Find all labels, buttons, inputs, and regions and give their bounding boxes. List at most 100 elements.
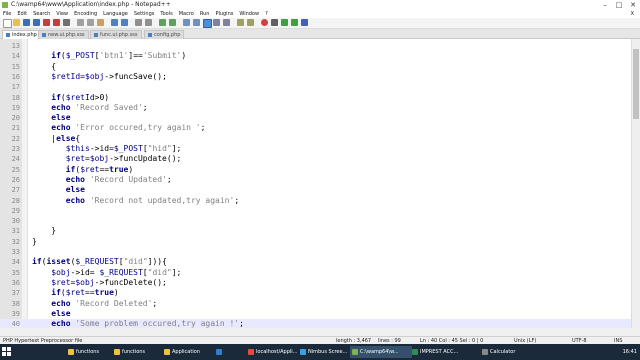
document-map-icon[interactable]	[237, 19, 244, 26]
open-folder-icon[interactable]	[13, 19, 20, 26]
code-line[interactable]: 34 if(isset($_REQUEST["did"])){	[0, 257, 640, 267]
code-text: |else{	[32, 134, 80, 144]
tab-label: index.php	[12, 32, 37, 38]
record-macro-icon[interactable]	[261, 19, 268, 26]
sync-vertical-icon[interactable]	[183, 19, 190, 26]
paste-icon[interactable]	[97, 19, 104, 26]
code-line[interactable]: 27 else	[0, 185, 640, 195]
taskbar-item-imprest[interactable]: IMPREST ACC...	[410, 346, 478, 358]
show-all-characters-icon[interactable]	[213, 19, 220, 26]
taskbar-item-app[interactable]	[214, 346, 238, 358]
undo-icon[interactable]	[111, 19, 118, 26]
clock[interactable]: 16:41	[623, 346, 637, 358]
code-line[interactable]: 21 echo 'Error occured,try again ';	[0, 123, 640, 133]
save-macro-icon[interactable]	[301, 19, 308, 26]
code-line[interactable]: 29	[0, 206, 640, 216]
code-line[interactable]: 28 echo 'Record not updated,try again';	[0, 196, 640, 206]
save-icon[interactable]	[23, 19, 30, 26]
taskbar-item-functions-1[interactable]: functions	[66, 346, 116, 358]
browser-icon	[248, 349, 254, 355]
code-line[interactable]: 38 echo 'Record Deleted';	[0, 299, 640, 309]
windows-start-icon[interactable]	[2, 347, 12, 357]
code-line[interactable]: 39 else	[0, 309, 640, 319]
code-line[interactable]: 24 $ret=$obj->funcUpdate();	[0, 154, 640, 164]
code-line[interactable]: 16 $retId=$obj->funcSave();	[0, 72, 640, 82]
taskbar-item-functions-2[interactable]: functions	[112, 346, 166, 358]
code-line[interactable]: 26 echo 'Record Updated';	[0, 175, 640, 185]
menu-file[interactable]: File	[0, 10, 14, 18]
menu-tools[interactable]: Tools	[157, 10, 175, 18]
code-line[interactable]: 18 if($retId>0)	[0, 93, 640, 103]
maximize-button[interactable]: □	[612, 0, 626, 10]
cut-icon[interactable]	[77, 19, 84, 26]
menu-search[interactable]: Search	[30, 10, 53, 18]
menu-window[interactable]: Window	[236, 10, 262, 18]
redo-icon[interactable]	[121, 19, 128, 26]
code-line[interactable]: 31 }	[0, 226, 640, 236]
code-token: ;	[142, 102, 148, 112]
taskbar-item-notepadpp[interactable]: C:\wamp64\w...	[350, 346, 412, 358]
sync-horizontal-icon[interactable]	[193, 19, 200, 26]
menu-edit[interactable]: Edit	[14, 10, 30, 18]
taskbar-item-browser[interactable]: localhost/Appli...	[246, 346, 302, 358]
word-wrap-icon[interactable]	[203, 19, 212, 28]
function-list-icon[interactable]	[247, 19, 254, 26]
tab-config-php[interactable]: config.php	[144, 30, 185, 39]
menu-macro[interactable]: Macro	[176, 10, 197, 18]
indent-guide-icon[interactable]	[223, 19, 230, 26]
menu-language[interactable]: Language	[100, 10, 131, 18]
menu-run[interactable]: Run	[197, 10, 213, 18]
copy-icon[interactable]	[87, 19, 94, 26]
code-line[interactable]: 33	[0, 247, 640, 257]
menu-help[interactable]: ?	[262, 10, 271, 18]
code-token: true	[94, 288, 114, 298]
code-line[interactable]: 37 if($ret==true)	[0, 288, 640, 298]
menu-view[interactable]: View	[53, 10, 71, 18]
stop-macro-icon[interactable]	[271, 19, 278, 26]
code-line[interactable]: 25 if($ret==true)	[0, 165, 640, 175]
code-line[interactable]: 22 |else{	[0, 134, 640, 144]
code-editor[interactable]: 13 14 if($_POST['btn1']=='Submit') 15 {16 …	[0, 39, 640, 328]
vertical-scrollbar[interactable]	[631, 39, 640, 328]
taskbar-item-calculator[interactable]: Calculator	[480, 346, 530, 358]
code-line[interactable]: 13	[0, 41, 640, 51]
minimize-button[interactable]: –	[598, 0, 612, 10]
replace-icon[interactable]	[145, 19, 152, 26]
menu-settings[interactable]: Settings	[131, 10, 158, 18]
current-code-line[interactable]: 40 echo 'Some problem occured,try again …	[0, 319, 640, 328]
code-line[interactable]: 14 if($_POST['btn1']=='Submit')	[0, 51, 640, 61]
line-number: 22	[11, 134, 20, 143]
code-line[interactable]: 30	[0, 216, 640, 226]
code-line[interactable]: 36 $ret=$obj->funcDelete();	[0, 278, 640, 288]
code-line[interactable]: 35 $obj->id= $_REQUEST["did"];	[0, 268, 640, 278]
code-line[interactable]: 19 echo 'Record Saved';	[0, 103, 640, 113]
save-all-icon[interactable]	[33, 19, 40, 26]
code-line[interactable]: 20 else	[0, 113, 640, 123]
tab-func-ui[interactable]: func.ui.php.sss	[90, 30, 142, 39]
taskbar-item-nimbus[interactable]: Nimbus Scree...	[298, 346, 354, 358]
code-token: echo	[51, 319, 71, 328]
run-macro-multiple-icon[interactable]	[291, 19, 298, 26]
close-all-icon[interactable]	[53, 19, 60, 26]
print-icon[interactable]	[63, 19, 70, 26]
menu-encoding[interactable]: Encoding	[71, 10, 100, 18]
taskbar-item-application[interactable]: Application	[162, 346, 218, 358]
new-file-icon[interactable]	[3, 19, 12, 28]
find-icon[interactable]	[135, 19, 142, 26]
zoom-out-icon[interactable]	[169, 19, 176, 26]
zoom-in-icon[interactable]	[159, 19, 166, 26]
code-line[interactable]: 32}	[0, 237, 640, 247]
close-window-button[interactable]: ✕	[626, 0, 640, 10]
code-line[interactable]: 15 {	[0, 62, 640, 72]
code-line[interactable]: 23 $this->id=$_POST["hid"];	[0, 144, 640, 154]
code-line[interactable]: 17	[0, 82, 640, 92]
code-token: "did"	[123, 257, 148, 267]
close-document-button[interactable]: X	[628, 10, 637, 18]
tab-new-ui[interactable]: new.ui.php.sss	[38, 30, 89, 39]
folder-icon	[68, 349, 74, 355]
play-macro-icon[interactable]	[281, 19, 288, 26]
menu-plugins[interactable]: Plugins	[212, 10, 236, 18]
tab-index-php[interactable]: index.php	[2, 30, 41, 39]
close-file-icon[interactable]	[43, 19, 50, 26]
scrollbar-thumb[interactable]	[633, 49, 639, 119]
